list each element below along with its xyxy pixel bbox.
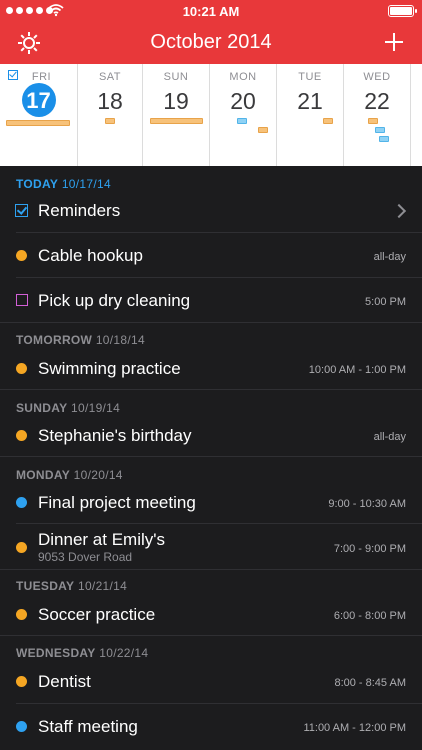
- day-number: 17: [26, 88, 51, 113]
- day-cell-mon[interactable]: MON 20: [210, 64, 277, 166]
- month-title[interactable]: October 2014: [0, 31, 422, 54]
- day-name: MON: [229, 71, 257, 83]
- calendar-dot-icon: [16, 721, 27, 732]
- day-cell-next[interactable]: [411, 64, 422, 166]
- day-name: FRI: [31, 71, 52, 83]
- day-name: SAT: [98, 71, 122, 83]
- section-header-tomorrow: TOMORROW 10/18/14: [16, 333, 145, 347]
- event-bar: [6, 120, 70, 126]
- day-cell-fri[interactable]: FRI 17: [0, 64, 78, 166]
- battery-icon: [388, 5, 417, 17]
- list-item-event[interactable]: Stephanie's birthday all-day: [0, 413, 422, 457]
- event-bar: [150, 118, 203, 124]
- list-item-event[interactable]: Soccer practice 6:00 - 8:00 PM: [0, 592, 422, 636]
- day-number: 21: [297, 88, 323, 114]
- agenda-list: TODAY 10/17/14 Reminders Cable hookup al…: [0, 166, 422, 750]
- day-number: 22: [364, 88, 390, 114]
- section-header-tuesday: TUESDAY 10/21/14: [16, 579, 128, 593]
- event-bar: [375, 127, 385, 133]
- calendar-dot-icon: [16, 609, 27, 620]
- event-bar: [258, 127, 268, 133]
- list-item-event[interactable]: Staff meeting 11:00 AM - 12:00 PM: [0, 704, 422, 750]
- day-cell-sun[interactable]: SUN 19: [143, 64, 210, 166]
- day-number: 20: [230, 88, 256, 114]
- event-bar: [105, 118, 115, 124]
- day-name: TUE: [298, 71, 322, 83]
- event-bar: [379, 136, 389, 142]
- list-item-task[interactable]: Pick up dry cleaning 5:00 PM: [0, 278, 422, 323]
- status-bar: 10:21 AM: [0, 0, 422, 22]
- section-header-wednesday: WEDNESDAY 10/22/14: [16, 646, 149, 660]
- list-item-event[interactable]: Dinner at Emily's 9053 Dover Road 7:00 -…: [0, 524, 422, 570]
- day-number: 19: [163, 88, 189, 114]
- list-item-event[interactable]: Dentist 8:00 - 8:45 AM: [0, 659, 422, 704]
- calendar-dot-icon: [16, 676, 27, 687]
- add-event-icon[interactable]: [382, 30, 406, 54]
- list-item-reminders[interactable]: Reminders: [0, 188, 422, 233]
- day-cell-tue[interactable]: TUE 21: [277, 64, 344, 166]
- chevron-right-icon: [391, 203, 407, 219]
- day-cell-sat[interactable]: SAT 18: [78, 64, 143, 166]
- day-cell-wed[interactable]: WED 22: [344, 64, 411, 166]
- day-name: SUN: [163, 71, 189, 83]
- calendar-dot-icon: [16, 542, 27, 553]
- event-bar: [368, 118, 378, 124]
- list-item-event[interactable]: Swimming practice 10:00 AM - 1:00 PM: [0, 346, 422, 390]
- day-number: 18: [97, 88, 123, 114]
- status-time: 10:21 AM: [182, 4, 240, 19]
- header: October 2014: [0, 22, 422, 64]
- calendar-dot-icon: [16, 430, 27, 441]
- day-name: WED: [363, 71, 391, 83]
- list-item-event[interactable]: Cable hookup all-day: [0, 233, 422, 278]
- event-bar: [237, 118, 247, 124]
- list-item-event[interactable]: Final project meeting 9:00 - 10:30 AM: [0, 480, 422, 524]
- event-bar: [323, 118, 333, 124]
- week-strip: FRI 17 SAT 18 SUN 19 MON 20 TUE 21 WED 2…: [0, 64, 422, 166]
- calendar-dot-icon: [16, 250, 27, 261]
- calendar-dot-icon: [16, 497, 27, 508]
- task-square-icon: [16, 294, 28, 306]
- calendar-dot-icon: [16, 363, 27, 374]
- checkbox-icon: [15, 204, 28, 217]
